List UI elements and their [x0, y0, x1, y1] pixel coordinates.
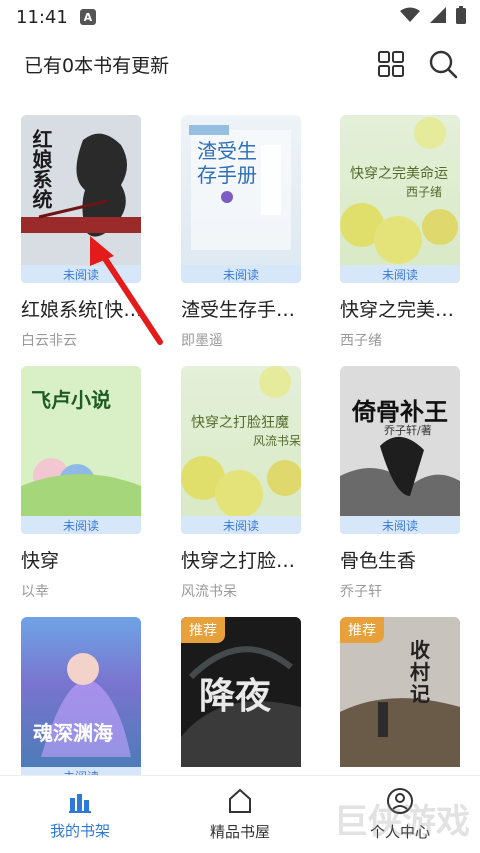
cover-author-text: 风流书呆	[253, 434, 301, 448]
book-card[interactable]: 快穿之打脸狂魔 风流书呆 未阅读 快穿之打脸… 风流书呆	[181, 366, 301, 601]
app-header: 已有0本书有更新	[0, 40, 480, 88]
cover-title-text: 收村记	[410, 638, 430, 706]
nav-label: 我的书架	[49, 822, 110, 840]
status-icons	[400, 6, 466, 28]
watermark: 巨侠游戏	[334, 802, 470, 842]
cover-art	[340, 366, 460, 516]
nav-label: 精品书屋	[209, 823, 270, 841]
grid-icon	[378, 51, 404, 77]
unread-badge: 未阅读	[181, 516, 301, 534]
battery-icon	[456, 6, 466, 28]
cover-author-text: 西子绪	[406, 185, 443, 199]
recommend-tag: 推荐	[340, 617, 384, 643]
unread-badge: 未阅读	[340, 265, 460, 283]
notification-a-icon: A	[79, 9, 96, 25]
bookshelf-icon	[69, 794, 91, 813]
book-card[interactable]: 魂深渊海 未阅读	[21, 617, 141, 785]
book-title[interactable]: 骨色生香	[340, 546, 465, 573]
book-card[interactable]: 推荐 收村记	[340, 617, 460, 767]
search-icon	[429, 50, 458, 79]
cover-title-text: 降夜	[199, 675, 272, 717]
unread-badge: 未阅读	[21, 516, 141, 534]
status-bar: 11:41 A	[0, 0, 480, 34]
cover-title-text: 魂深渊海	[33, 721, 113, 745]
cover-title-text: 渣受生存手册	[197, 139, 257, 187]
book-cover[interactable]: 飞卢小说	[21, 366, 141, 516]
book-card[interactable]: 倚骨补王 乔子轩/著 未阅读 骨色生香 乔子轩	[340, 366, 460, 601]
cover-title-text: 红娘系统	[29, 129, 53, 209]
home-icon	[229, 788, 251, 813]
book-cover[interactable]: 推荐 降夜	[181, 617, 301, 767]
search-button[interactable]	[428, 49, 458, 79]
book-author: 风流书呆	[181, 584, 237, 600]
header-actions	[376, 49, 458, 79]
cover-title-text: 飞卢小说	[31, 388, 111, 412]
unread-badge: 未阅读	[340, 516, 460, 534]
book-author: 以幸	[21, 584, 49, 600]
book-card[interactable]: 飞卢小说 未阅读 快穿 以幸	[21, 366, 141, 601]
annotation-arrow	[90, 236, 163, 345]
book-cover[interactable]: 倚骨补王 乔子轩/著	[340, 366, 460, 516]
book-cover[interactable]: 快穿之打脸狂魔 风流书呆	[181, 366, 301, 516]
book-author: 西子绪	[340, 333, 382, 349]
book-title[interactable]: 快穿之完美…	[340, 295, 465, 322]
grid-view-button[interactable]	[376, 49, 406, 79]
signal-icon	[430, 7, 446, 27]
book-title[interactable]: 快穿之打脸…	[181, 546, 306, 573]
nav-bookstore[interactable]: 精品书屋	[160, 776, 320, 853]
cover-title-text: 快穿之完美命运	[350, 166, 448, 182]
book-cover[interactable]: 快穿之完美命运 西子绪	[340, 115, 460, 265]
book-cover[interactable]: 推荐 收村记	[340, 617, 460, 767]
book-author: 乔子轩	[340, 584, 382, 600]
update-summary-title: 已有0本书有更新	[24, 54, 170, 77]
book-cover[interactable]: 魂深渊海	[21, 617, 141, 767]
cover-author-text: 乔子轩/著	[384, 424, 432, 437]
book-card[interactable]: 推荐 降夜	[181, 617, 301, 767]
wifi-icon	[400, 7, 420, 27]
status-time: 11:41	[16, 6, 68, 28]
cover-title-text: 快穿之打脸狂魔	[191, 415, 289, 431]
recommend-tag: 推荐	[181, 617, 225, 643]
book-title[interactable]: 快穿	[21, 546, 146, 573]
nav-bookshelf[interactable]: 我的书架	[0, 776, 160, 853]
book-card[interactable]: 快穿之完美命运 西子绪 未阅读 快穿之完美… 西子绪	[340, 115, 460, 350]
